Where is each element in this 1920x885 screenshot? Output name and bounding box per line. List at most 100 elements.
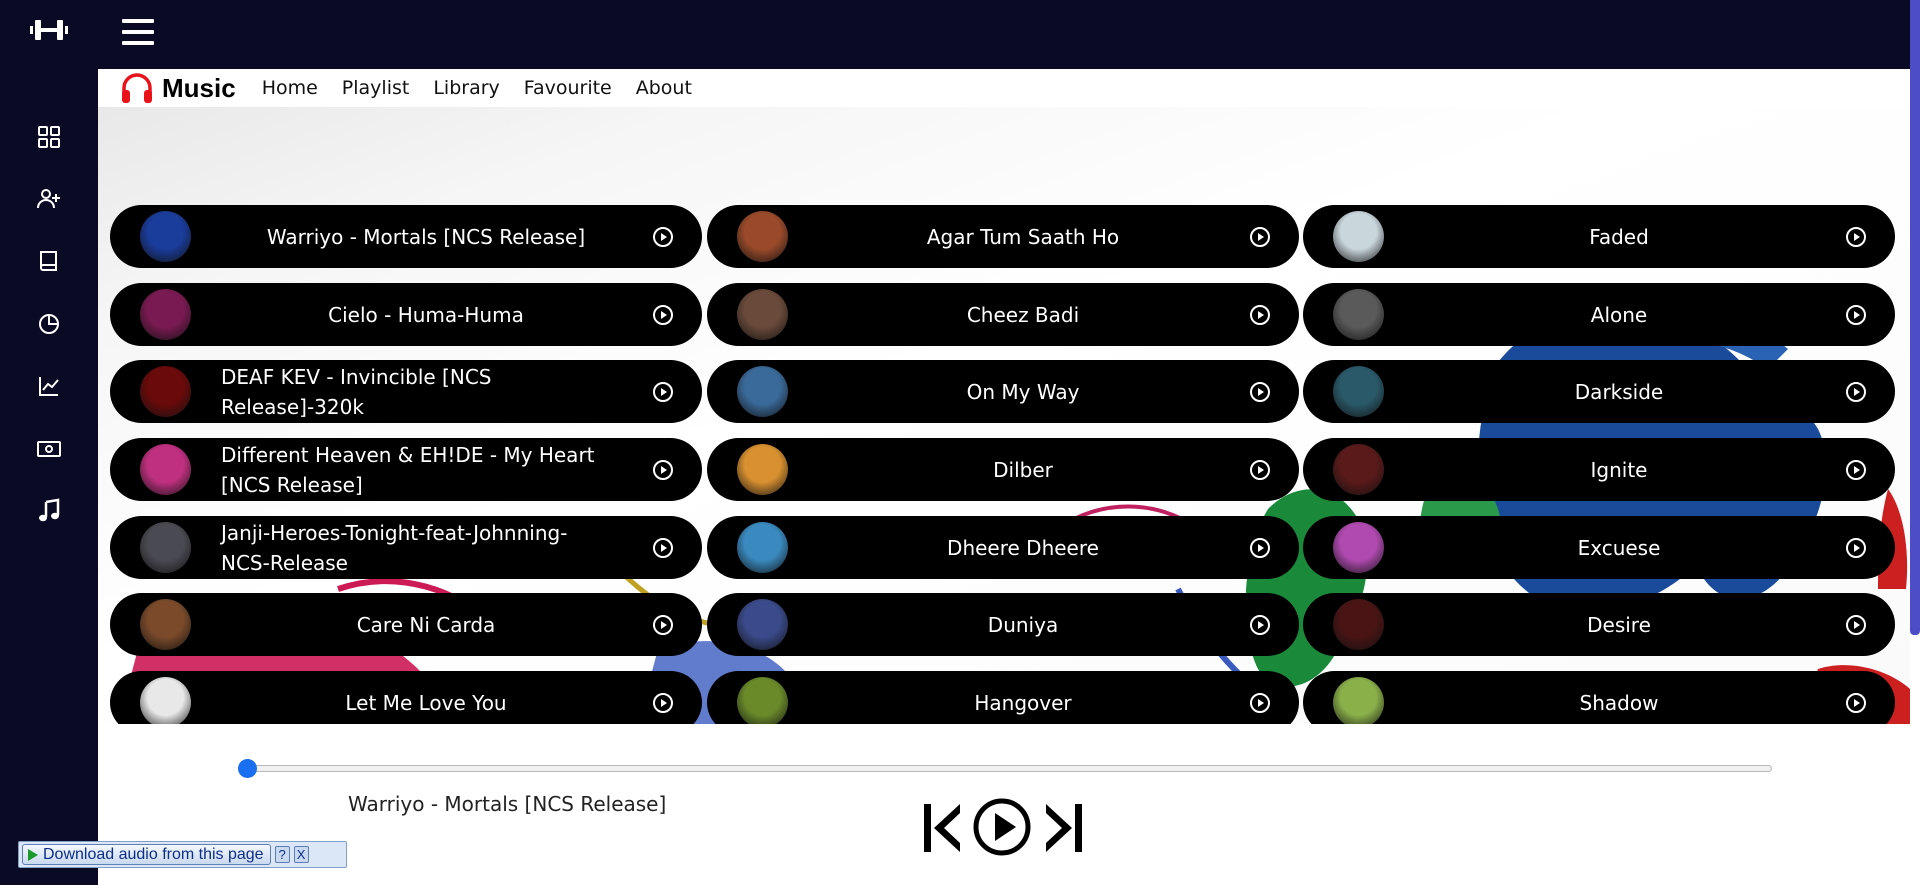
song-title: Dheere Dheere [947,535,1099,560]
song-title: Faded [1589,224,1649,249]
nav-link-about[interactable]: About [636,77,692,99]
left-sidebar [0,0,98,885]
grid-icon[interactable] [36,124,62,150]
hamburger-menu-icon[interactable] [122,19,154,45]
play-icon[interactable] [1249,614,1271,636]
close-icon[interactable]: X [293,846,309,863]
song-thumbnail [737,211,788,262]
song-item[interactable]: On My Way [707,360,1299,423]
song-thumbnail [140,677,191,724]
song-thumbnail [737,366,788,417]
play-icon[interactable] [1249,226,1271,248]
song-item[interactable]: Hangover [707,671,1299,724]
song-item[interactable]: Ignite [1303,438,1895,501]
play-icon[interactable] [652,226,674,248]
song-item[interactable]: Faded [1303,205,1895,268]
song-item[interactable]: Dheere Dheere [707,516,1299,579]
play-icon[interactable] [1249,381,1271,403]
dumbbell-logo-icon[interactable] [30,16,68,44]
nav-link-playlist[interactable]: Playlist [342,77,410,99]
play-icon[interactable] [1845,304,1867,326]
song-item[interactable]: Excuese [1303,516,1895,579]
nav-links: Home Playlist Library Favourite About [250,77,704,99]
play-icon[interactable] [652,537,674,559]
play-icon[interactable] [652,614,674,636]
play-icon[interactable] [1249,537,1271,559]
song-thumbnail [1333,289,1384,340]
song-thumbnail [140,289,191,340]
song-thumbnail [737,522,788,573]
seek-track[interactable] [238,765,1772,772]
play-icon[interactable] [652,459,674,481]
song-thumbnail [737,677,788,724]
play-icon[interactable] [652,692,674,714]
previous-icon[interactable] [922,802,962,854]
play-icon[interactable] [652,304,674,326]
add-user-icon[interactable] [36,186,62,212]
pie-chart-icon[interactable] [36,311,62,337]
song-item[interactable]: Alone [1303,283,1895,346]
song-item[interactable]: Warriyo - Mortals [NCS Release] [110,205,702,268]
song-thumbnail [1333,522,1384,573]
song-title: On My Way [966,379,1080,404]
song-title: Let Me Love You [345,690,507,715]
song-item[interactable]: Cheez Badi [707,283,1299,346]
song-title: Dilber [993,457,1053,482]
play-icon[interactable] [652,381,674,403]
song-item[interactable]: Darkside [1303,360,1895,423]
nav-link-favourite[interactable]: Favourite [524,77,612,99]
seek-slider[interactable] [238,759,1772,778]
now-playing-title: Warriyo - Mortals [NCS Release] [348,792,667,816]
brand-name: Music [162,72,236,103]
song-thumbnail [737,289,788,340]
nav-link-home[interactable]: Home [262,77,318,99]
music-note-icon[interactable] [36,498,62,524]
line-chart-icon[interactable] [36,373,62,399]
play-icon[interactable] [1249,459,1271,481]
download-audio-button[interactable]: Download audio from this page [22,844,271,865]
song-title: Agar Tum Saath Ho [926,224,1120,249]
brand[interactable]: Music [120,72,236,104]
page-scrollbar[interactable] [1910,0,1920,885]
song-thumbnail [737,599,788,650]
headphones-icon [122,73,152,103]
song-item[interactable]: Duniya [707,593,1299,656]
song-title: Desire [1587,612,1651,637]
play-icon[interactable] [1249,692,1271,714]
song-thumbnail [140,522,191,573]
song-item[interactable]: Desire [1303,593,1895,656]
seek-handle[interactable] [238,759,257,778]
song-item[interactable]: DEAF KEV - Invincible [NCS Release]-320k [110,360,702,423]
song-thumbnail [140,211,191,262]
song-title: Janji-Heroes-Tonight-feat-Johnning-NCS-R… [221,520,568,575]
play-button-icon[interactable] [972,797,1032,857]
song-item[interactable]: Care Ni Carda [110,593,702,656]
song-item[interactable]: Agar Tum Saath Ho [707,205,1299,268]
play-icon[interactable] [1845,381,1867,403]
song-item[interactable]: Janji-Heroes-Tonight-feat-Johnning-NCS-R… [110,516,702,579]
play-icon[interactable] [1845,459,1867,481]
money-icon[interactable] [36,436,62,462]
play-icon[interactable] [1845,226,1867,248]
play-icon[interactable] [1845,692,1867,714]
song-item[interactable]: Different Heaven & EH!DE - My Heart [NCS… [110,438,702,501]
next-icon[interactable] [1044,802,1084,854]
song-thumbnail [1333,211,1384,262]
song-item[interactable]: Shadow [1303,671,1895,724]
song-thumbnail [1333,599,1384,650]
song-title: Different Heaven & EH!DE - My Heart [NCS… [221,442,595,497]
song-title: Ignite [1590,457,1648,482]
music-player-page: Music Home Playlist Library Favourite Ab… [0,0,1920,885]
song-item[interactable]: Cielo - Huma-Huma [110,283,702,346]
book-icon[interactable] [36,248,62,274]
nav-link-library[interactable]: Library [433,77,499,99]
page-scroll-thumb[interactable] [1910,0,1920,635]
song-title: DEAF KEV - Invincible [NCS Release]-320k [221,364,492,419]
song-thumbnail [140,444,191,495]
song-item[interactable]: Let Me Love You [110,671,702,724]
play-icon[interactable] [1249,304,1271,326]
song-item[interactable]: Dilber [707,438,1299,501]
play-icon[interactable] [1845,537,1867,559]
play-icon[interactable] [1845,614,1867,636]
help-icon[interactable]: ? [274,846,290,863]
